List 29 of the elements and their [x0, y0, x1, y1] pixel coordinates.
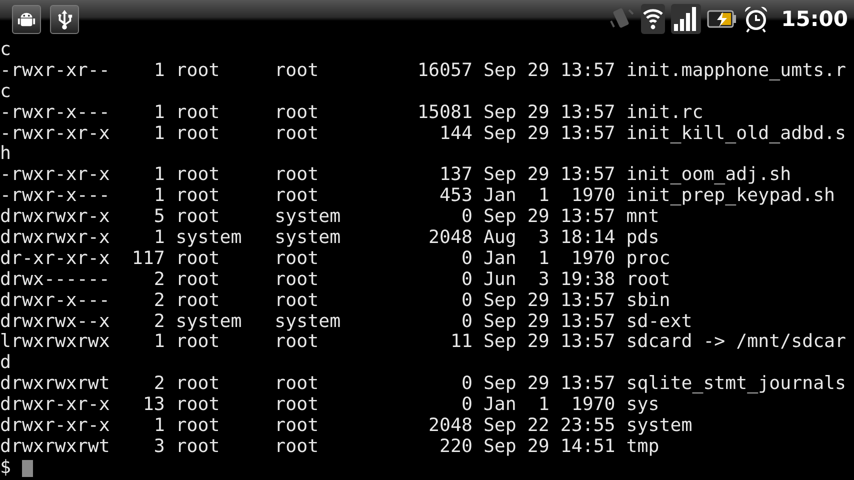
android-robot-icon[interactable]	[12, 4, 41, 34]
terminal-line: -rwxr-x--- 1 root root 15081 Sep 29 13:57 init.rc	[0, 102, 704, 124]
alarm-clock-icon	[743, 5, 770, 33]
terminal-line: drwxr-xr-x 1 root root 2048 Sep 22 23:55 system	[0, 416, 694, 437]
terminal-line: c	[0, 82, 12, 103]
terminal-line: drwxr-x--- 2 root root 0 Sep 29 13:57 sbin	[0, 290, 672, 312]
terminal-line: dr-xr-xr-x 117 root root 0 Jan 1 1970 proc	[0, 248, 672, 270]
terminal-line: lrwxrwxrwx 1 root root 11 Sep 29 13:57 sdcard -> /mnt/sdcar	[0, 332, 848, 354]
terminal-line: drwxrwxrwt 2 root root 0 Sep 29 13:57 sqlite_stmt_journals	[0, 374, 848, 396]
text-cursor	[22, 460, 33, 477]
terminal-line: drwxrwxrwt 3 root root 220 Sep 29 14:51 tmp	[0, 436, 660, 458]
terminal-line: -rwxr-xr-x 1 root root 137 Sep 29 13:57 init_oom_adj.sh	[0, 165, 792, 186]
shell-prompt: $	[0, 458, 11, 479]
terminal-line: drwx------ 2 root root 0 Jun 3 19:38 root	[0, 270, 672, 291]
clock-time: 15:00	[781, 7, 848, 31]
usb-icon[interactable]	[50, 4, 79, 34]
signal-strength-icon	[671, 4, 702, 34]
terminal-line: drwxr-xr-x 13 root root 0 Jan 1 1970 sys	[0, 395, 660, 416]
terminal-line: c	[0, 40, 12, 61]
terminal-line: -rwxr-xr-- 1 root root 16057 Sep 29 13:57 init.mapphone_umts.r	[0, 60, 848, 82]
wifi-icon	[641, 4, 666, 34]
terminal-line: drwxrwxr-x 1 system system 2048 Aug 3 18:14 pds	[0, 228, 660, 249]
terminal-line: h	[0, 144, 12, 166]
terminal-line: drwxrwxr-x 5 root system 0 Sep 29 13:57 mnt	[0, 207, 660, 228]
terminal-line: drwxrwx--x 2 system system 0 Sep 29 13:57 sd-ext	[0, 312, 694, 332]
battery-charging-icon	[707, 10, 738, 28]
terminal-line: -rwxr-x--- 1 root root 453 Jan 1 1970 init_prep_keypad.sh	[0, 186, 836, 208]
terminal-line: d	[0, 353, 12, 374]
terminal-line: -rwxr-xr-x 1 root root 144 Sep 29 13:57 init_kill_old_adbd.s	[0, 124, 848, 144]
